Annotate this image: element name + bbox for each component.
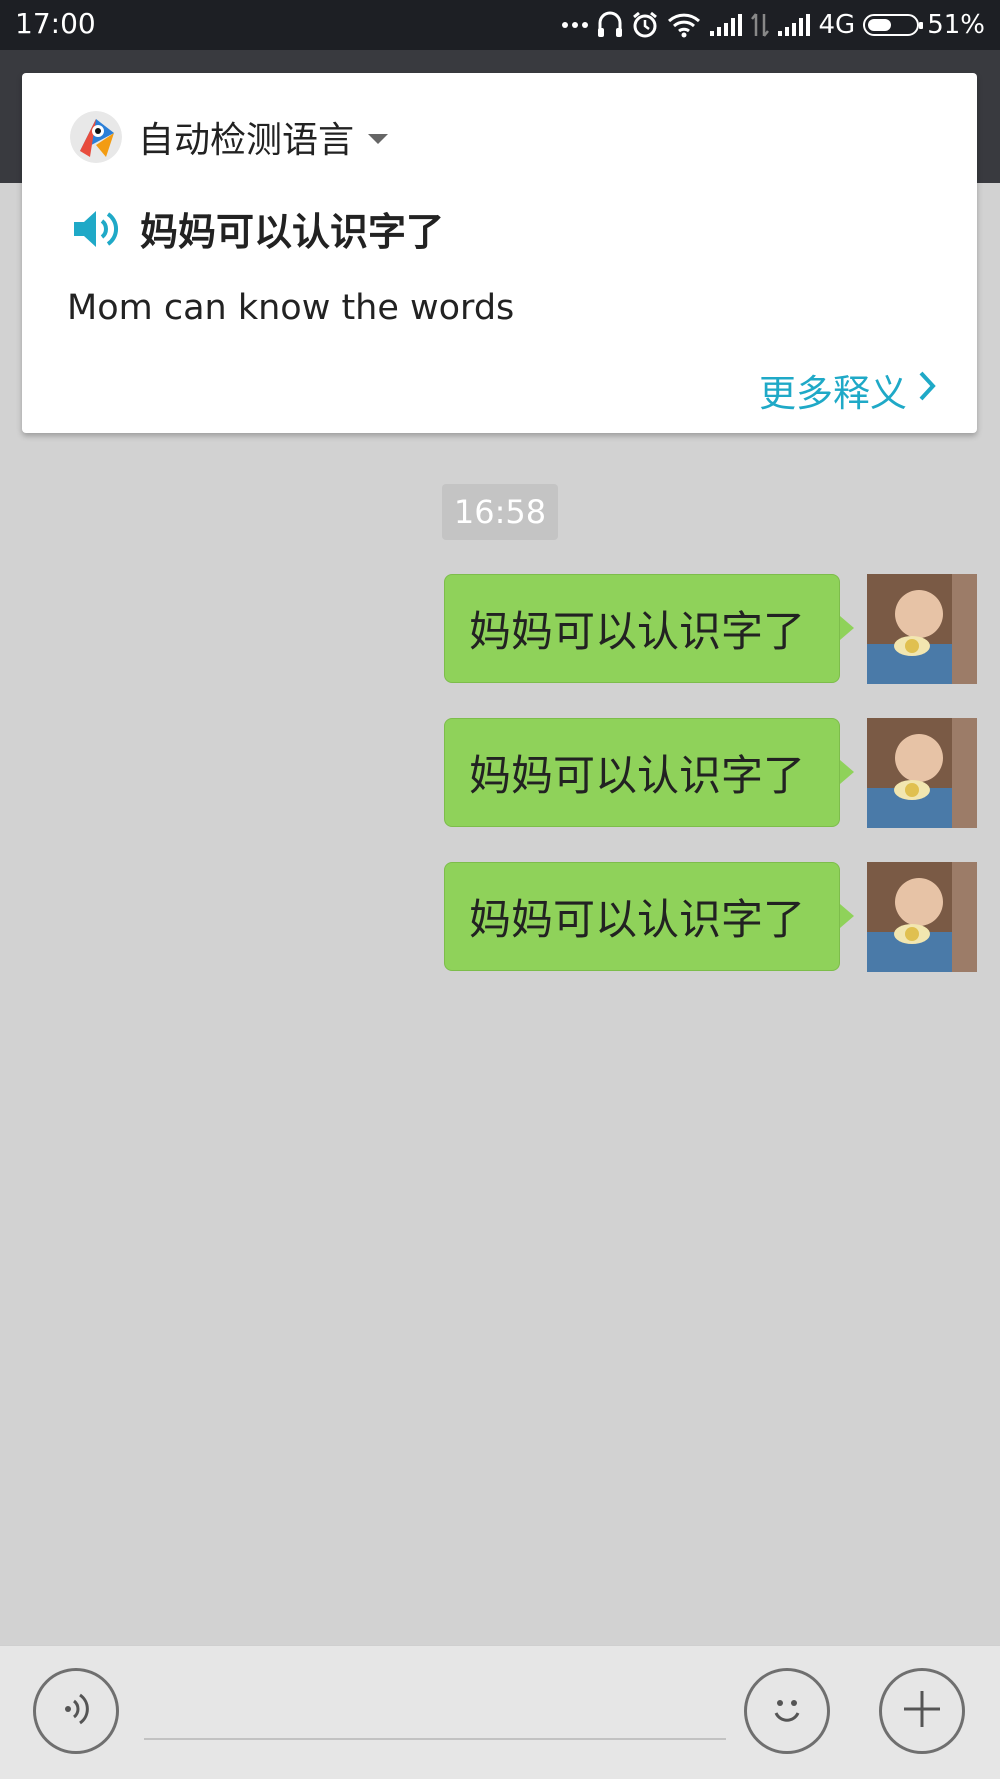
more-definitions-label: 更多释义 [759, 372, 907, 415]
source-text: 妈妈可以认识字了 [140, 210, 445, 254]
chat-timestamp: 16:58 [442, 484, 558, 540]
message-bubble[interactable]: 妈妈可以认识字了 [444, 574, 840, 683]
more-options-button[interactable] [879, 1668, 965, 1754]
message-row: 妈妈可以认识字了 [0, 862, 1000, 973]
message-bubble[interactable]: 妈妈可以认识字了 [444, 718, 840, 827]
translation-text: Mom can know the words [67, 288, 515, 328]
wifi-icon [667, 12, 701, 38]
input-bar [0, 1645, 1000, 1779]
voice-input-button[interactable] [33, 1668, 119, 1754]
plus-icon [900, 1687, 944, 1735]
data-arrows-icon [750, 12, 769, 38]
signal-icon [709, 13, 743, 37]
battery-percent: 51% [927, 10, 985, 40]
message-input[interactable] [144, 1686, 726, 1740]
message-row: 妈妈可以认识字了 [0, 574, 1000, 685]
avatar[interactable] [867, 718, 977, 828]
network-type: 4G [818, 10, 856, 40]
status-bar: 17:00 4G 51% [0, 0, 1000, 50]
language-label: 自动检测语言 [138, 120, 355, 161]
bubble-tail [840, 760, 854, 784]
translator-logo-icon [70, 111, 122, 163]
dropdown-arrow-icon [368, 134, 389, 144]
emoji-button[interactable] [744, 1668, 830, 1754]
speaker-icon[interactable] [70, 203, 122, 255]
alarm-icon [631, 11, 659, 39]
battery-icon [863, 14, 924, 36]
more-dots-icon [561, 20, 589, 30]
headset-icon [597, 11, 623, 39]
message-bubble[interactable]: 妈妈可以认识字了 [444, 862, 840, 971]
language-selector[interactable]: 自动检测语言 [70, 111, 389, 163]
message-row: 妈妈可以认识字了 [0, 718, 1000, 829]
chevron-right-icon [917, 369, 937, 412]
translate-card: 自动检测语言 妈妈可以认识字了 Mom can know the words 更… [22, 73, 977, 433]
voice-icon [56, 1689, 96, 1733]
avatar[interactable] [867, 574, 977, 684]
more-definitions-link[interactable]: 更多释义 [759, 363, 937, 417]
avatar[interactable] [867, 862, 977, 972]
status-icons: 4G 51% [561, 0, 985, 50]
signal-icon [777, 13, 811, 37]
source-row: 妈妈可以认识字了 [70, 201, 444, 256]
bubble-tail [840, 904, 854, 928]
bubble-tail [840, 616, 854, 640]
emoji-icon [763, 1685, 811, 1737]
status-time: 17:00 [15, 7, 96, 40]
